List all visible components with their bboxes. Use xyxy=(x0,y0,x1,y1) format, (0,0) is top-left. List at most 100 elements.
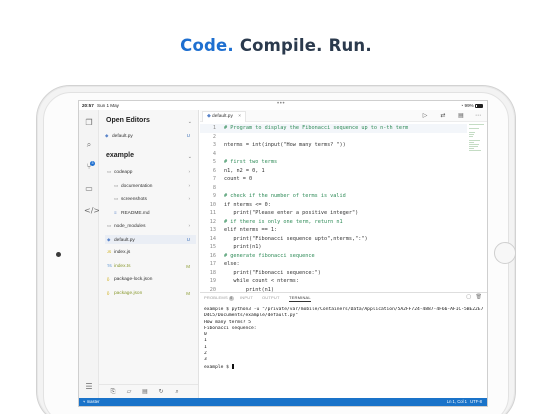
editor-tab[interactable]: ◆ default.py × xyxy=(202,111,247,122)
search-files-icon[interactable]: ⌕ xyxy=(173,388,181,396)
workspace-title[interactable]: example xyxy=(106,152,134,159)
status-bar: ⑂ master Ln 1, Col 1 UTF-8 xyxy=(79,398,487,406)
git-status-badge: U xyxy=(186,236,190,242)
code-line: 2 xyxy=(200,133,467,142)
line-number: 19 xyxy=(209,278,216,284)
refresh-icon[interactable]: ↻ xyxy=(157,388,165,396)
headline: Code. Compile. Run. xyxy=(0,36,552,55)
tree-item-label: index.ts xyxy=(114,263,131,269)
tab-terminal[interactable]: TERMINAL xyxy=(289,295,311,302)
source-control-badge: 3 xyxy=(90,161,95,166)
tree-file[interactable]: ◆ default.py U xyxy=(105,234,196,244)
line-number: 3 xyxy=(212,142,216,148)
close-tab-icon[interactable]: × xyxy=(238,114,241,119)
folder-icon: ▭ xyxy=(114,182,119,188)
python-file-icon: ◆ xyxy=(207,114,211,119)
tab-input[interactable]: INPUT xyxy=(240,295,253,300)
chevron-down-icon[interactable]: ⌄ xyxy=(188,154,192,160)
remote-icon[interactable]: ▭ xyxy=(84,184,94,194)
code-line: 6 n1, n2 = 0, 1 xyxy=(200,167,467,176)
git-status-badge: M xyxy=(186,290,190,296)
tree-item-label: screenshots xyxy=(121,197,147,202)
compare-icon[interactable]: ⇄ xyxy=(439,112,447,120)
code-line: 19 while count < nterms: xyxy=(200,277,467,286)
terminal-output[interactable]: example $ python3 -u "/private/var/mobil… xyxy=(204,307,483,370)
tree-file[interactable]: TS index.ts M xyxy=(105,262,196,271)
line-number: 7 xyxy=(212,176,216,182)
line-number: 12 xyxy=(209,218,216,225)
code-line: 10 if nterms <= 0: xyxy=(200,201,467,210)
multitasking-dots-icon[interactable]: • • • xyxy=(277,101,285,107)
sidebar-toolbar: ⎘ ▱ ▤ ↻ ⌕ xyxy=(99,384,198,398)
tree-item-label: default.py xyxy=(114,237,135,243)
more-actions-icon[interactable]: ⋯ xyxy=(474,112,482,120)
new-folder-icon[interactable]: ▱ xyxy=(125,388,133,396)
code-text: # Program to display the Fibonacci seque… xyxy=(224,125,409,131)
chevron-down-icon[interactable]: ⌄ xyxy=(188,119,192,125)
code-text: count = 0 xyxy=(224,176,253,182)
open-editor-name: default.py xyxy=(112,134,133,139)
new-file-icon[interactable]: ⎘ xyxy=(109,388,117,396)
cursor-position[interactable]: Ln 1, Col 1 xyxy=(447,398,467,406)
code-line: 13 elif nterms == 1: xyxy=(200,226,467,235)
js-file-icon: JS xyxy=(107,250,112,254)
tree-folder[interactable]: ▭ screenshots › xyxy=(105,194,196,203)
headline-accent: Code. xyxy=(180,36,234,55)
editor-area: ◆ default.py × ▷ ⇄ ▤ ⋯ 1 # Program to dis… xyxy=(200,110,487,292)
problems-count-badge: 0 xyxy=(228,296,234,301)
code-text: print("Fibonacci sequence:") xyxy=(224,269,321,276)
file-encoding[interactable]: UTF-8 xyxy=(470,398,482,406)
code-text: # if there is only one term, return n1 xyxy=(224,218,343,225)
line-number: 13 xyxy=(209,227,216,233)
tab-problems[interactable]: PROBLEMS 0 xyxy=(204,295,234,301)
activity-bar: ❐ ⌕ ⑂ 3 ▭ </> ☰ xyxy=(79,110,100,398)
branch-indicator[interactable]: ⑂ master xyxy=(83,398,100,406)
code-line: 9 # check if the number of terms is valid xyxy=(200,192,467,201)
explorer-icon[interactable]: ❐ xyxy=(84,118,94,128)
open-editors-title[interactable]: Open Editors xyxy=(106,117,150,124)
trash-icon[interactable]: 🗑 xyxy=(476,294,482,300)
explorer-sidebar: Open Editors ⌄ ◆ default.py U example ⌄ ▭… xyxy=(99,110,199,398)
folder-icon: ▭ xyxy=(107,223,112,228)
line-number: 6 xyxy=(212,167,216,174)
chevron-right-icon[interactable]: › xyxy=(189,167,191,176)
chevron-right-icon[interactable]: › xyxy=(189,194,191,203)
code-text: else: xyxy=(224,261,240,267)
ios-status-bar: 20:57 Sun 1 May • • • ◔ 99% xyxy=(79,101,487,110)
home-button xyxy=(494,242,516,264)
code-icon[interactable]: </> xyxy=(84,206,100,216)
line-number: 16 xyxy=(209,252,216,259)
preview-icon[interactable]: ▤ xyxy=(457,112,465,120)
code-text: nterms = int(input("How many terms? ")) xyxy=(224,142,346,148)
tree-file[interactable]: JS index.js xyxy=(105,248,196,257)
tree-file[interactable]: {} package-lock.json xyxy=(105,275,196,284)
tree-item-label: package.json xyxy=(114,290,143,296)
tree-item-label: index.js xyxy=(114,250,131,255)
status-date: Sun 1 May xyxy=(97,103,119,108)
minimap[interactable] xyxy=(469,124,485,164)
chevron-right-icon[interactable]: › xyxy=(189,221,191,230)
code-editor[interactable]: 1 # Program to display the Fibonacci sequ… xyxy=(200,124,467,292)
tab-output[interactable]: OUTPUT xyxy=(262,295,280,300)
open-folder-icon[interactable]: ▤ xyxy=(141,388,149,396)
maximize-panel-icon[interactable]: ▢ xyxy=(466,294,471,300)
open-editor-item[interactable]: ◆ default.py U xyxy=(105,131,196,140)
app-screen: 20:57 Sun 1 May • • • ◔ 99% ❐ ⌕ ⑂ 3 ▭ </… xyxy=(78,100,488,407)
code-line: 1 # Program to display the Fibonacci sequ… xyxy=(200,124,467,133)
tree-folder[interactable]: ▭ codeapp › xyxy=(105,167,196,176)
tree-file[interactable]: {} package.json M xyxy=(105,289,196,298)
json-file-icon: {} xyxy=(107,277,110,281)
tree-folder[interactable]: ▭ node_modules › xyxy=(105,221,196,230)
tree-folder[interactable]: ▭ documentation › xyxy=(105,181,196,190)
branch-name: master xyxy=(86,399,100,404)
terminal-prompt-line[interactable]: example $ xyxy=(204,363,483,370)
settings-icon[interactable]: ☰ xyxy=(84,382,94,392)
code-line: 11 print("Please enter a positive intege… xyxy=(200,209,467,218)
line-number: 4 xyxy=(212,150,216,157)
search-icon[interactable]: ⌕ xyxy=(84,140,94,150)
code-line: 12 # if there is only one term, return n1 xyxy=(200,218,467,227)
run-icon[interactable]: ▷ xyxy=(421,112,429,120)
code-text: # first two terms xyxy=(224,159,278,165)
chevron-right-icon[interactable]: › xyxy=(189,181,191,190)
tree-file[interactable]: ≡ README.md xyxy=(105,208,196,217)
